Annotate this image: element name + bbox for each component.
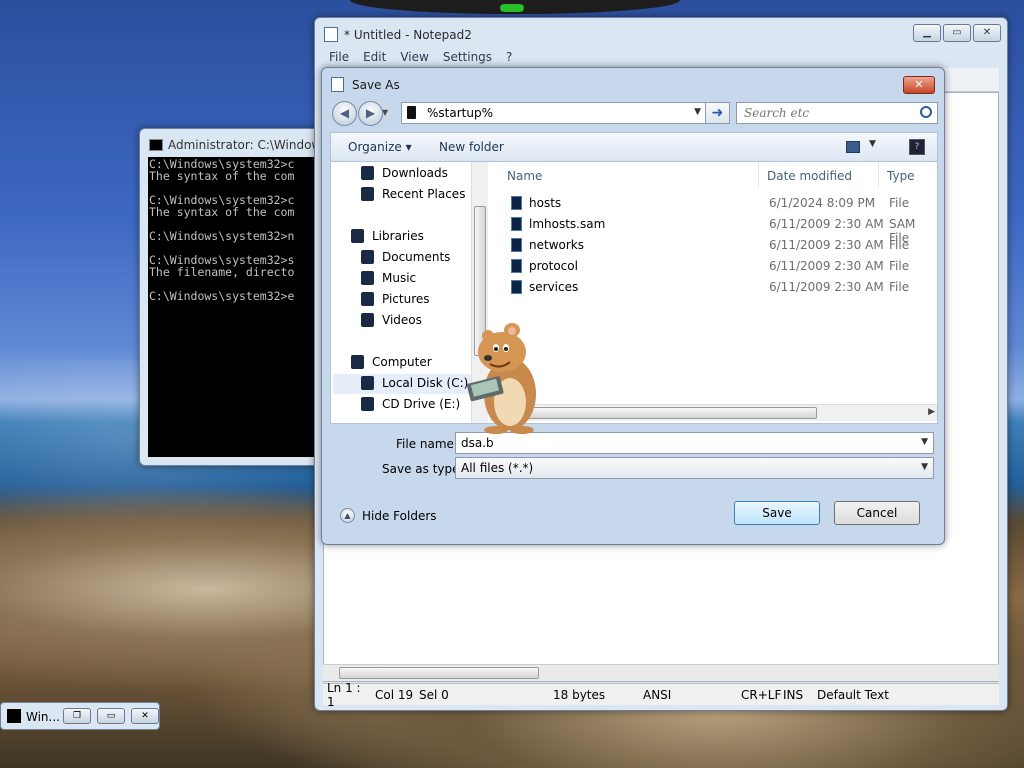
scroll-right-icon[interactable]: ▶: [928, 407, 935, 417]
minimized-window-title: Win...: [26, 710, 60, 724]
help-icon[interactable]: ?: [909, 139, 925, 155]
status-encoding: ANSI: [643, 687, 672, 702]
desktop-gadget: [350, 0, 680, 14]
file-name-input[interactable]: dsa.b ▼: [455, 432, 934, 454]
chevron-down-icon[interactable]: ▼: [694, 107, 701, 117]
save-as-type-label: Save as type:: [382, 462, 464, 476]
menu-help[interactable]: ?: [506, 48, 512, 68]
back-button[interactable]: ◀: [332, 101, 357, 126]
file-list[interactable]: Name Date modified Type hosts 6/1/2024 8:…: [489, 162, 937, 423]
notepad-horizontal-scrollbar[interactable]: [323, 664, 999, 681]
column-header-name[interactable]: Name: [489, 162, 759, 188]
file-row[interactable]: services 6/11/2009 2:30 AM File: [489, 277, 937, 298]
dialog-close-button[interactable]: ✕: [903, 76, 935, 94]
minimize-button[interactable]: ▁: [913, 24, 941, 42]
file-row[interactable]: hosts 6/1/2024 8:09 PM File: [489, 193, 937, 214]
file-icon: [511, 217, 522, 231]
new-folder-button[interactable]: New folder: [439, 140, 504, 154]
notepad-menubar: File Edit View Settings ?: [323, 48, 999, 68]
close-button[interactable]: ✕: [973, 24, 1001, 42]
file-row[interactable]: protocol 6/11/2009 2:30 AM File: [489, 256, 937, 277]
search-input[interactable]: [744, 104, 914, 122]
navigation-bar: ◀ ▶ ▼ %startup% ▼ ➜: [330, 100, 938, 126]
file-icon: [511, 238, 522, 252]
go-button[interactable]: ➜: [706, 102, 730, 124]
music-icon: [361, 271, 374, 285]
navigation-pane[interactable]: Downloads Recent Places Libraries Docume…: [331, 162, 471, 423]
chevron-down-icon[interactable]: ▼: [869, 139, 876, 149]
status-size: 18 bytes: [553, 687, 606, 702]
restore-button[interactable]: ❐: [63, 708, 91, 724]
file-icon: [511, 196, 522, 210]
file-name-value: dsa.b: [461, 436, 494, 450]
close-button[interactable]: ✕: [131, 708, 159, 724]
documents-icon: [361, 250, 374, 264]
command-bar: Organize ▾ New folder ▼ ?: [330, 132, 938, 162]
scrollbar-thumb[interactable]: [339, 667, 539, 679]
minimized-window[interactable]: Win... ❐ ▭ ✕: [0, 702, 160, 730]
folder-icon: [407, 106, 416, 119]
file-row[interactable]: lmhosts.sam 6/11/2009 2:30 AM SAM File: [489, 214, 937, 245]
notepad-icon: [324, 27, 338, 42]
search-box[interactable]: [736, 102, 938, 124]
file-list-horizontal-scrollbar[interactable]: ▶: [489, 404, 937, 421]
file-icon: [511, 280, 522, 294]
recent-places-icon: [361, 187, 374, 201]
downloads-icon: [361, 166, 374, 180]
views-icon[interactable]: [846, 141, 860, 153]
notepad-title: * Untitled - Notepad2: [344, 28, 472, 42]
notepad-icon: [331, 77, 344, 92]
status-line: Ln 1 : 1: [327, 680, 361, 709]
pictures-icon: [361, 292, 374, 306]
status-col: Col 19: [375, 687, 414, 702]
organize-button[interactable]: Organize ▾: [348, 140, 412, 154]
forward-button[interactable]: ▶: [358, 101, 383, 126]
maximize-button[interactable]: ▭: [97, 708, 125, 724]
notepad-statusbar: Ln 1 : 1 Col 19 Sel 0 18 bytes ANSI CR+L…: [323, 681, 999, 709]
file-row[interactable]: networks 6/11/2009 2:30 AM File: [489, 235, 937, 256]
menu-settings[interactable]: Settings: [443, 48, 492, 68]
drive-icon: [361, 376, 374, 390]
maximize-button[interactable]: ▭: [943, 24, 971, 42]
cd-drive-icon: [361, 397, 374, 411]
column-header-date[interactable]: Date modified: [759, 162, 879, 188]
chevron-down-icon[interactable]: ▼: [921, 437, 928, 447]
status-sel: Sel 0: [419, 687, 449, 702]
chevron-up-icon: ▲: [340, 508, 355, 523]
recent-locations-dropdown-icon[interactable]: ▼: [382, 108, 388, 117]
browser-panes: Downloads Recent Places Libraries Docume…: [330, 162, 938, 424]
save-as-type-select[interactable]: All files (*.*) ▼: [455, 457, 934, 479]
menu-view[interactable]: View: [400, 48, 428, 68]
save-as-dialog[interactable]: Save As ✕ ◀ ▶ ▼ %startup% ▼ ➜ Organize ▾…: [321, 67, 945, 545]
hamster-mascot-icon: [466, 323, 536, 434]
save-button[interactable]: Save: [734, 501, 820, 525]
address-bar[interactable]: %startup% ▼: [401, 102, 706, 124]
column-header-type[interactable]: Type: [879, 162, 937, 188]
console-icon: [7, 709, 21, 723]
computer-icon: [351, 355, 364, 369]
file-icon: [511, 259, 522, 273]
videos-icon: [361, 313, 374, 327]
save-as-type-value: All files (*.*): [461, 461, 534, 475]
search-icon[interactable]: [920, 106, 932, 118]
console-title: Administrator: C:\Windows: [168, 138, 328, 152]
menu-file[interactable]: File: [329, 48, 349, 68]
scrollbar-thumb[interactable]: [499, 407, 817, 419]
chevron-down-icon[interactable]: ▼: [921, 462, 928, 472]
console-icon: [149, 139, 163, 151]
status-scheme: Default Text: [817, 687, 889, 702]
menu-edit[interactable]: Edit: [363, 48, 386, 68]
file-name-label: File name:: [396, 437, 458, 451]
dialog-title: Save As: [352, 78, 400, 92]
address-text: %startup%: [427, 106, 493, 120]
libraries-icon: [351, 229, 364, 243]
nav-item-local-disk[interactable]: Local Disk (C:): [333, 374, 471, 394]
status-ins: INS: [783, 687, 804, 702]
cancel-button[interactable]: Cancel: [834, 501, 920, 525]
status-eol: CR+LF: [741, 687, 782, 702]
